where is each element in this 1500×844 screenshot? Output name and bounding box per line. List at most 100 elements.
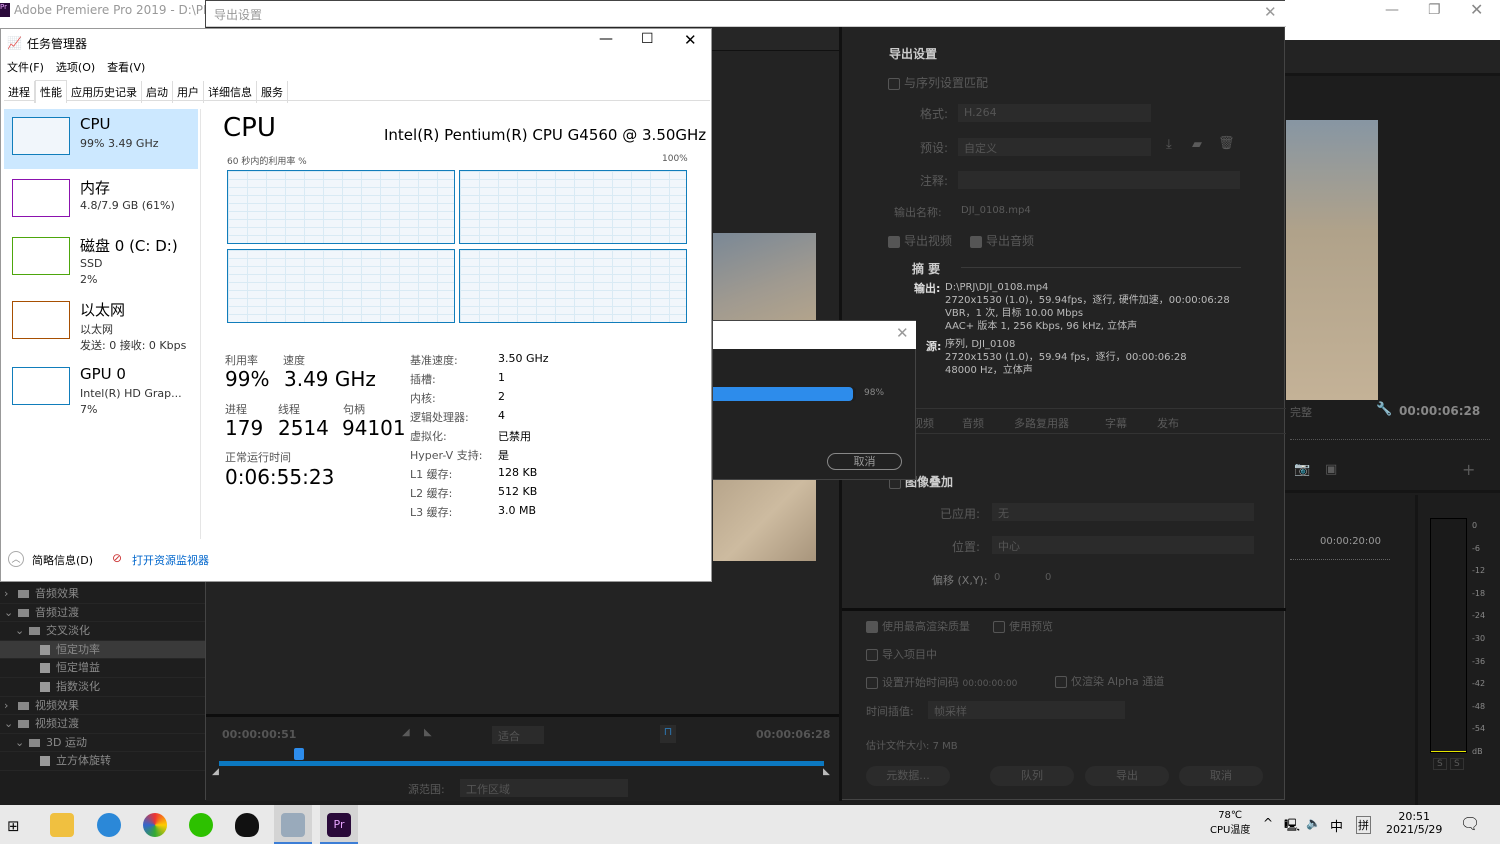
cancel-button[interactable]: 取消 [1179, 766, 1263, 786]
tab-processes[interactable]: 进程 [4, 81, 35, 103]
effects-tree-item[interactable]: 指数淡化 [0, 678, 205, 697]
interpolation-select[interactable]: 帧采样 [928, 701, 1125, 719]
in-point-handle[interactable]: ◢ [212, 767, 219, 777]
menu-file[interactable]: 文件(F) [7, 61, 44, 74]
chevron-icon[interactable]: ⌄ [15, 736, 24, 749]
perf-sidebar-item[interactable]: 内存 4.8/7.9 GB (61%) [4, 171, 198, 231]
wrench-icon[interactable]: 🔧 [1376, 402, 1392, 417]
tab-startup[interactable]: 启动 [142, 81, 173, 103]
applied-select[interactable]: 无 [992, 503, 1254, 521]
chrome-icon[interactable] [143, 813, 167, 837]
chevron-icon[interactable]: ⌄ [4, 606, 13, 619]
chevron-up-icon[interactable]: ︿ [8, 551, 24, 567]
ie-icon[interactable] [97, 813, 121, 837]
clock[interactable]: 20:51 2021/5/29 [1386, 810, 1442, 836]
progress-cancel-button[interactable]: 取消 [827, 453, 902, 470]
file-explorer-icon[interactable] [50, 813, 74, 837]
tab-services[interactable]: 服务 [257, 81, 288, 103]
taskbar-premiere[interactable]: Pr [320, 805, 358, 844]
quality-select[interactable]: 完整 [1290, 404, 1312, 420]
notification-icon[interactable]: 🗨 [1460, 814, 1480, 833]
export-close-button[interactable]: ✕ [1264, 3, 1277, 21]
effects-tree-item[interactable]: ⌄ 音频过渡 [0, 604, 205, 623]
effects-tree-item[interactable]: ⌄ 交叉淡化 [0, 622, 205, 641]
metadata-button[interactable]: 元数据... [866, 766, 950, 786]
preset-select[interactable]: 自定义 [958, 138, 1151, 156]
effects-tree-item[interactable]: 恒定增益 [0, 659, 205, 678]
menu-options[interactable]: 选项(O) [56, 61, 95, 74]
tm-minimize-button[interactable]: — [599, 31, 613, 47]
fewer-details-button[interactable]: 简略信息(D) [32, 552, 93, 568]
work-area-bar[interactable] [219, 761, 824, 766]
playhead-handle[interactable] [293, 748, 304, 760]
wechat-icon[interactable] [189, 813, 213, 837]
format-select[interactable]: H.264 [958, 104, 1151, 122]
effects-tree-item[interactable]: 恒定功率 [0, 640, 205, 660]
tab-users[interactable]: 用户 [173, 81, 204, 103]
effects-tree-item[interactable]: › 音频效果 [0, 585, 205, 604]
save-preset-icon[interactable]: ⤓ [1166, 137, 1172, 152]
tm-close-button[interactable]: ✕ [684, 31, 697, 49]
alpha-only-checkbox[interactable]: 仅渲染 Alpha 通道 [1055, 673, 1164, 689]
output-name-link[interactable]: DJI_0108.mp4 [961, 205, 1031, 216]
chevron-icon[interactable]: ⌄ [4, 717, 13, 730]
show-hidden-icons[interactable]: ^ [1263, 816, 1273, 830]
network-icon[interactable]: 🖳 [1284, 816, 1300, 837]
taskbar-task-manager[interactable] [274, 805, 312, 844]
mark-out-icon[interactable]: ◣ [424, 727, 432, 738]
perf-sidebar-item[interactable]: 以太网 以太网 发送: 0 接收: 0 Kbps [4, 293, 198, 353]
aspect-icon[interactable]: ⊓ [660, 725, 676, 743]
overlay-icon[interactable]: ▣ [1325, 462, 1337, 477]
source-range-select[interactable]: 工作区域 [460, 779, 628, 797]
start-button[interactable]: ⊞ [7, 817, 20, 835]
program-ruler[interactable] [1290, 432, 1490, 440]
comment-input[interactable] [958, 171, 1240, 189]
tab-audio[interactable]: 音频 [962, 415, 984, 431]
effects-tree-item[interactable]: ⌄ 3D 运动 [0, 734, 205, 753]
effects-tree-item[interactable]: 立方体旋转 [0, 752, 205, 771]
qq-icon[interactable] [235, 813, 259, 837]
open-resource-monitor-link[interactable]: 打开资源监视器 [132, 552, 209, 568]
tab-details[interactable]: 详细信息 [204, 81, 257, 103]
menu-view[interactable]: 查看(V) [107, 61, 145, 74]
zoom-fit-select[interactable]: 适合 [492, 726, 544, 744]
timeline-ruler[interactable] [1290, 552, 1390, 560]
effects-tree-item[interactable]: › 视频效果 [0, 697, 205, 716]
minimize-button[interactable]: — [1385, 2, 1399, 18]
ime-mode[interactable]: 中 [1330, 816, 1343, 835]
tab-performance[interactable]: 性能 [35, 80, 67, 103]
perf-sidebar-item[interactable]: CPU 99% 3.49 GHz [4, 109, 198, 169]
delete-preset-icon[interactable]: 🗑 [1218, 136, 1235, 151]
tab-app-history[interactable]: 应用历史记录 [67, 81, 142, 103]
restore-button[interactable]: ❐ [1428, 2, 1441, 18]
offset-y-input[interactable]: 0 [1045, 572, 1051, 583]
start-timecode-value[interactable]: 00:00:00:00 [963, 679, 1018, 689]
offset-x-input[interactable]: 0 [994, 572, 1000, 583]
export-button[interactable]: 导出 [1085, 766, 1169, 786]
solo-left-button[interactable]: S [1433, 758, 1447, 770]
perf-sidebar-item[interactable]: 磁盘 0 (C: D:) SSD 2% [4, 229, 198, 289]
ime-pinyin[interactable]: 拼 [1356, 816, 1371, 834]
progress-close-button[interactable]: ✕ [896, 324, 909, 342]
tab-captions[interactable]: 字幕 [1105, 415, 1127, 431]
tab-multiplexer[interactable]: 多路复用器 [1014, 415, 1069, 431]
use-preview-checkbox[interactable]: 使用预览 [993, 618, 1053, 634]
max-quality-checkbox[interactable]: 使用最高渲染质量 [866, 618, 970, 634]
add-icon[interactable]: + [1462, 460, 1475, 479]
effects-tree-item[interactable]: ⌄ 视频过渡 [0, 715, 205, 734]
import-preset-icon[interactable]: ▰ [1192, 137, 1202, 152]
export-video-checkbox[interactable]: 导出视频 [888, 232, 952, 249]
volume-icon[interactable]: 🔈 [1306, 816, 1321, 830]
close-button[interactable]: ✕ [1470, 0, 1483, 19]
camera-icon[interactable]: 📷 [1294, 462, 1310, 477]
chevron-icon[interactable]: › [4, 587, 12, 600]
tm-maximize-button[interactable]: ☐ [641, 31, 654, 47]
set-timecode-checkbox[interactable]: 设置开始时间码 00:00:00:00 [866, 674, 1017, 690]
chevron-icon[interactable]: › [4, 699, 12, 712]
match-sequence-checkbox[interactable]: 与序列设置匹配 [888, 74, 988, 91]
mark-in-icon[interactable]: ◢ [402, 727, 410, 738]
perf-sidebar-item[interactable]: GPU 0 Intel(R) HD Grap... 7% [4, 359, 198, 419]
queue-button[interactable]: 队列 [990, 766, 1074, 786]
tab-publish[interactable]: 发布 [1157, 415, 1179, 431]
chevron-icon[interactable]: ⌄ [15, 624, 24, 637]
